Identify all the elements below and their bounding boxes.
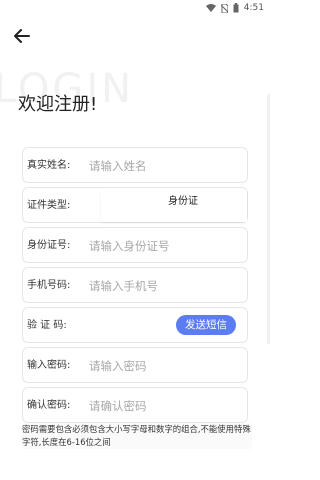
no-sim-icon <box>220 3 228 13</box>
confirm-password-label: 确认密码: <box>27 400 71 411</box>
code-field: 验 证 码: 发送短信 <box>22 307 248 343</box>
phone-label: 手机号码: <box>27 280 71 291</box>
password-label: 输入密码: <box>27 360 71 371</box>
send-sms-button[interactable]: 发送短信 <box>176 315 236 335</box>
name-field: 真实姓名: 请输入姓名 <box>22 147 248 183</box>
code-input[interactable] <box>89 308 169 344</box>
name-label: 真实姓名: <box>27 160 71 171</box>
status-time: 4:51 <box>243 3 264 13</box>
back-arrow-icon <box>14 28 30 47</box>
id-type-label: 证件类型: <box>27 200 71 211</box>
phone-input[interactable]: 请输入手机号 <box>89 268 158 304</box>
confirm-password-field: 确认密码: 请确认密码 <box>22 387 248 423</box>
phone-field: 手机号码: 请输入手机号 <box>22 267 248 303</box>
code-label: 验 证 码: <box>27 320 67 331</box>
id-number-label: 身份证号: <box>27 240 71 251</box>
name-input[interactable]: 请输入姓名 <box>89 148 147 184</box>
id-number-input[interactable]: 请输入身份证号 <box>89 228 170 264</box>
password-hint: 密码需要包含必须包含大小写字母和数字的组合,不能使用特殊字符,长度在6-16位之… <box>22 423 252 449</box>
id-number-field: 身份证号: 请输入身份证号 <box>22 227 248 263</box>
id-type-field: 证件类型: 身份证 <box>22 187 248 223</box>
id-type-selected: 身份证 <box>168 196 198 207</box>
battery-icon <box>233 3 239 13</box>
status-bar: 4:51 <box>0 0 270 16</box>
status-icons: 4:51 <box>205 3 264 13</box>
back-button[interactable] <box>12 27 32 47</box>
password-field: 输入密码: 请输入密码 <box>22 347 248 383</box>
confirm-password-input[interactable]: 请确认密码 <box>89 388 147 424</box>
scroll-track <box>267 94 270 344</box>
id-type-select[interactable]: 身份证 <box>101 190 247 222</box>
password-input[interactable]: 请输入密码 <box>89 348 147 384</box>
wifi-icon <box>205 4 216 12</box>
page-title: 欢迎注册! <box>18 94 98 115</box>
